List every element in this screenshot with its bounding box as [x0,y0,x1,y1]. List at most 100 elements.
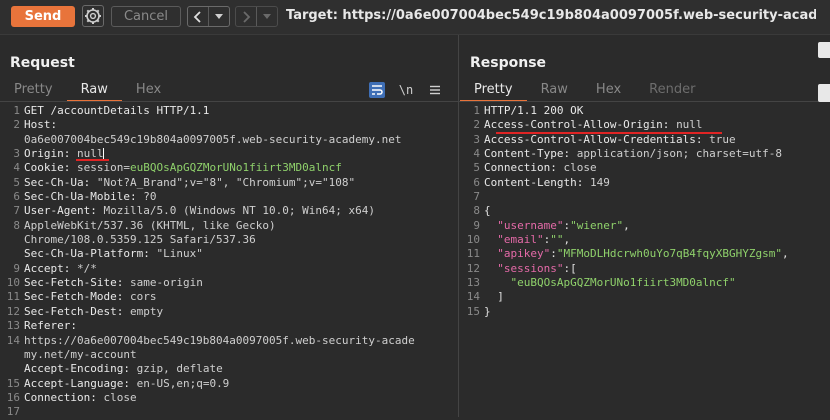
code-line: 17 [0,405,450,419]
code-text: GET /accountDetails HTTP/1.1 [24,104,209,118]
code-token: null [676,118,703,132]
chevron-right-icon [243,10,251,23]
line-number: 17 [6,405,20,419]
code-token: Mozilla/5.0 (Windows NT 10.0; Win64; x64… [103,204,376,218]
tab-pretty[interactable]: Pretty [460,80,527,102]
code-line: Sec-Ch-Ua-Platform: "Linux" [0,247,450,261]
code-token: Content-Type: [484,147,577,161]
code-text: "apikey":"MFMoDLHdcrwh0uYo7qB4fqyXBGHYZg… [484,247,788,261]
code-line: Accept-Encoding: gzip, deflate [0,362,450,376]
code-line: 12 "sessions":[ [460,262,820,276]
code-text: Content-Length: 149 [484,176,610,190]
code-token: Sec-Fetch-Site: [24,276,130,290]
code-text: Accept: */* [24,262,97,276]
code-token: Host: [24,118,58,132]
cancel-button[interactable]: Cancel [111,6,181,27]
code-text: Connection: close [484,161,597,175]
code-text: ] [484,290,504,304]
code-text: Connection: close [24,391,137,405]
code-token: ] [484,290,504,304]
forward-history-dropdown[interactable] [256,7,277,26]
wrap-lines-button[interactable] [369,82,385,98]
tab-render[interactable]: Render [635,80,709,102]
code-line: 1 GET /accountDetails HTTP/1.1 [0,104,450,118]
acao-underline-annotation [496,132,722,134]
code-text: Sec-Ch-Ua-Mobile: ?0 [24,190,156,204]
forward-button[interactable] [236,7,256,26]
response-tabs: Pretty Raw Hex Render [460,80,709,102]
tab-raw[interactable]: Raw [66,80,122,102]
code-token: "MFMoDLHdcrwh0uYo7qB4fqyXBGHYZgsm" [556,247,783,261]
code-token: gzip, deflate [136,362,223,376]
code-line: 3 Access-Control-Allow-Credentials: true [460,133,820,147]
line-number: 6 [13,190,20,204]
code-line: 16 Connection: close [0,391,450,405]
line-number: 14 [466,290,480,304]
back-nav-group [187,6,230,27]
code-token: Cookie: [24,161,77,175]
code-token: "Linux" [156,247,203,261]
line-number: 7 [13,204,20,218]
back-button[interactable] [188,7,208,26]
code-text: User-Agent: Mozilla/5.0 (Windows NT 10.0… [24,204,375,218]
tab-pretty[interactable]: Pretty [0,80,67,102]
code-token: true [709,132,736,146]
code-token: Sec-Fetch-Mode: [24,290,130,304]
code-token: close [103,390,137,404]
tab-hex[interactable]: Hex [582,80,635,102]
gear-icon [85,8,101,24]
code-line: 13 "euBQOsApGQZMorUNo1fiirt3MD0alncf" [460,276,820,290]
code-line: 4 Content-Type: application/json; charset… [460,147,820,161]
side-panel-tab[interactable] [818,84,830,102]
code-token: { [484,204,491,218]
request-editor[interactable]: 1 GET /accountDetails HTTP/1.1 2 Host: 0a6e0… [0,104,450,420]
code-line: 5 Connection: close [460,161,820,175]
code-token: cors [129,290,157,304]
side-panel-toggle[interactable] [818,42,830,58]
send-button[interactable]: Send [11,6,75,27]
target-url[interactable]: Target: https://0a6e007004bec549c19b804a… [286,8,816,23]
line-number [0,133,24,147]
code-line: 10 "email":"", [460,233,820,247]
line-number: 9 [13,261,20,275]
code-token: "Not?A_Brand";v="8", "Chromium";v="108" [96,175,356,189]
line-number: 12 [6,304,20,318]
code-text: AppleWebKit/537.36 (KHTML, like Gecko) [24,219,276,233]
code-token: Access-Control-Allow-Credentials: [484,132,710,146]
code-line: 15 Accept-Language: en-US,en;q=0.9 [0,377,450,391]
side-toolbar [818,42,830,102]
code-line: 14 https://0a6e007004bec549c19b804a009700… [0,334,450,348]
settings-button[interactable] [82,5,104,27]
code-token: my.net/my-account [24,347,137,361]
request-menu-button[interactable] [428,82,442,98]
code-token: */* [76,261,97,275]
line-number [0,348,24,362]
code-line: 7 User-Agent: Mozilla/5.0 (Windows NT 10.… [0,204,450,218]
code-text: Access-Control-Allow-Credentials: true [484,133,736,147]
code-token: HTTP/1.1 200 OK [484,104,584,117]
panel-divider[interactable] [458,35,459,417]
code-token: AppleWebKit/537.36 (KHTML, like Gecko) [24,218,276,232]
code-line: 9 "username":"wiener", [460,219,820,233]
tab-hex[interactable]: Hex [122,80,175,102]
line-number: 9 [473,218,480,232]
request-title: Request [10,55,75,71]
back-history-dropdown[interactable] [208,7,229,26]
response-editor[interactable]: 1 HTTP/1.1 200 OK 2 Access-Control-Allow-Or… [460,104,820,319]
code-token: Connection: [24,390,104,404]
code-token: "" [550,233,564,247]
code-line: 9 Accept: */* [0,262,450,276]
chevron-left-icon [193,10,201,23]
tab-raw[interactable]: Raw [527,80,582,102]
show-newlines-button[interactable]: \n [398,82,414,98]
code-line: Chrome/108.0.5359.125 Safari/537.36 [0,233,450,247]
line-number: 5 [13,175,20,189]
code-text: Sec-Fetch-Dest: empty [24,305,163,319]
code-line: my.net/my-account [0,348,450,362]
code-text: Sec-Fetch-Mode: cors [24,290,156,304]
code-token: 149 [589,175,610,189]
code-text: my.net/my-account [24,348,137,362]
